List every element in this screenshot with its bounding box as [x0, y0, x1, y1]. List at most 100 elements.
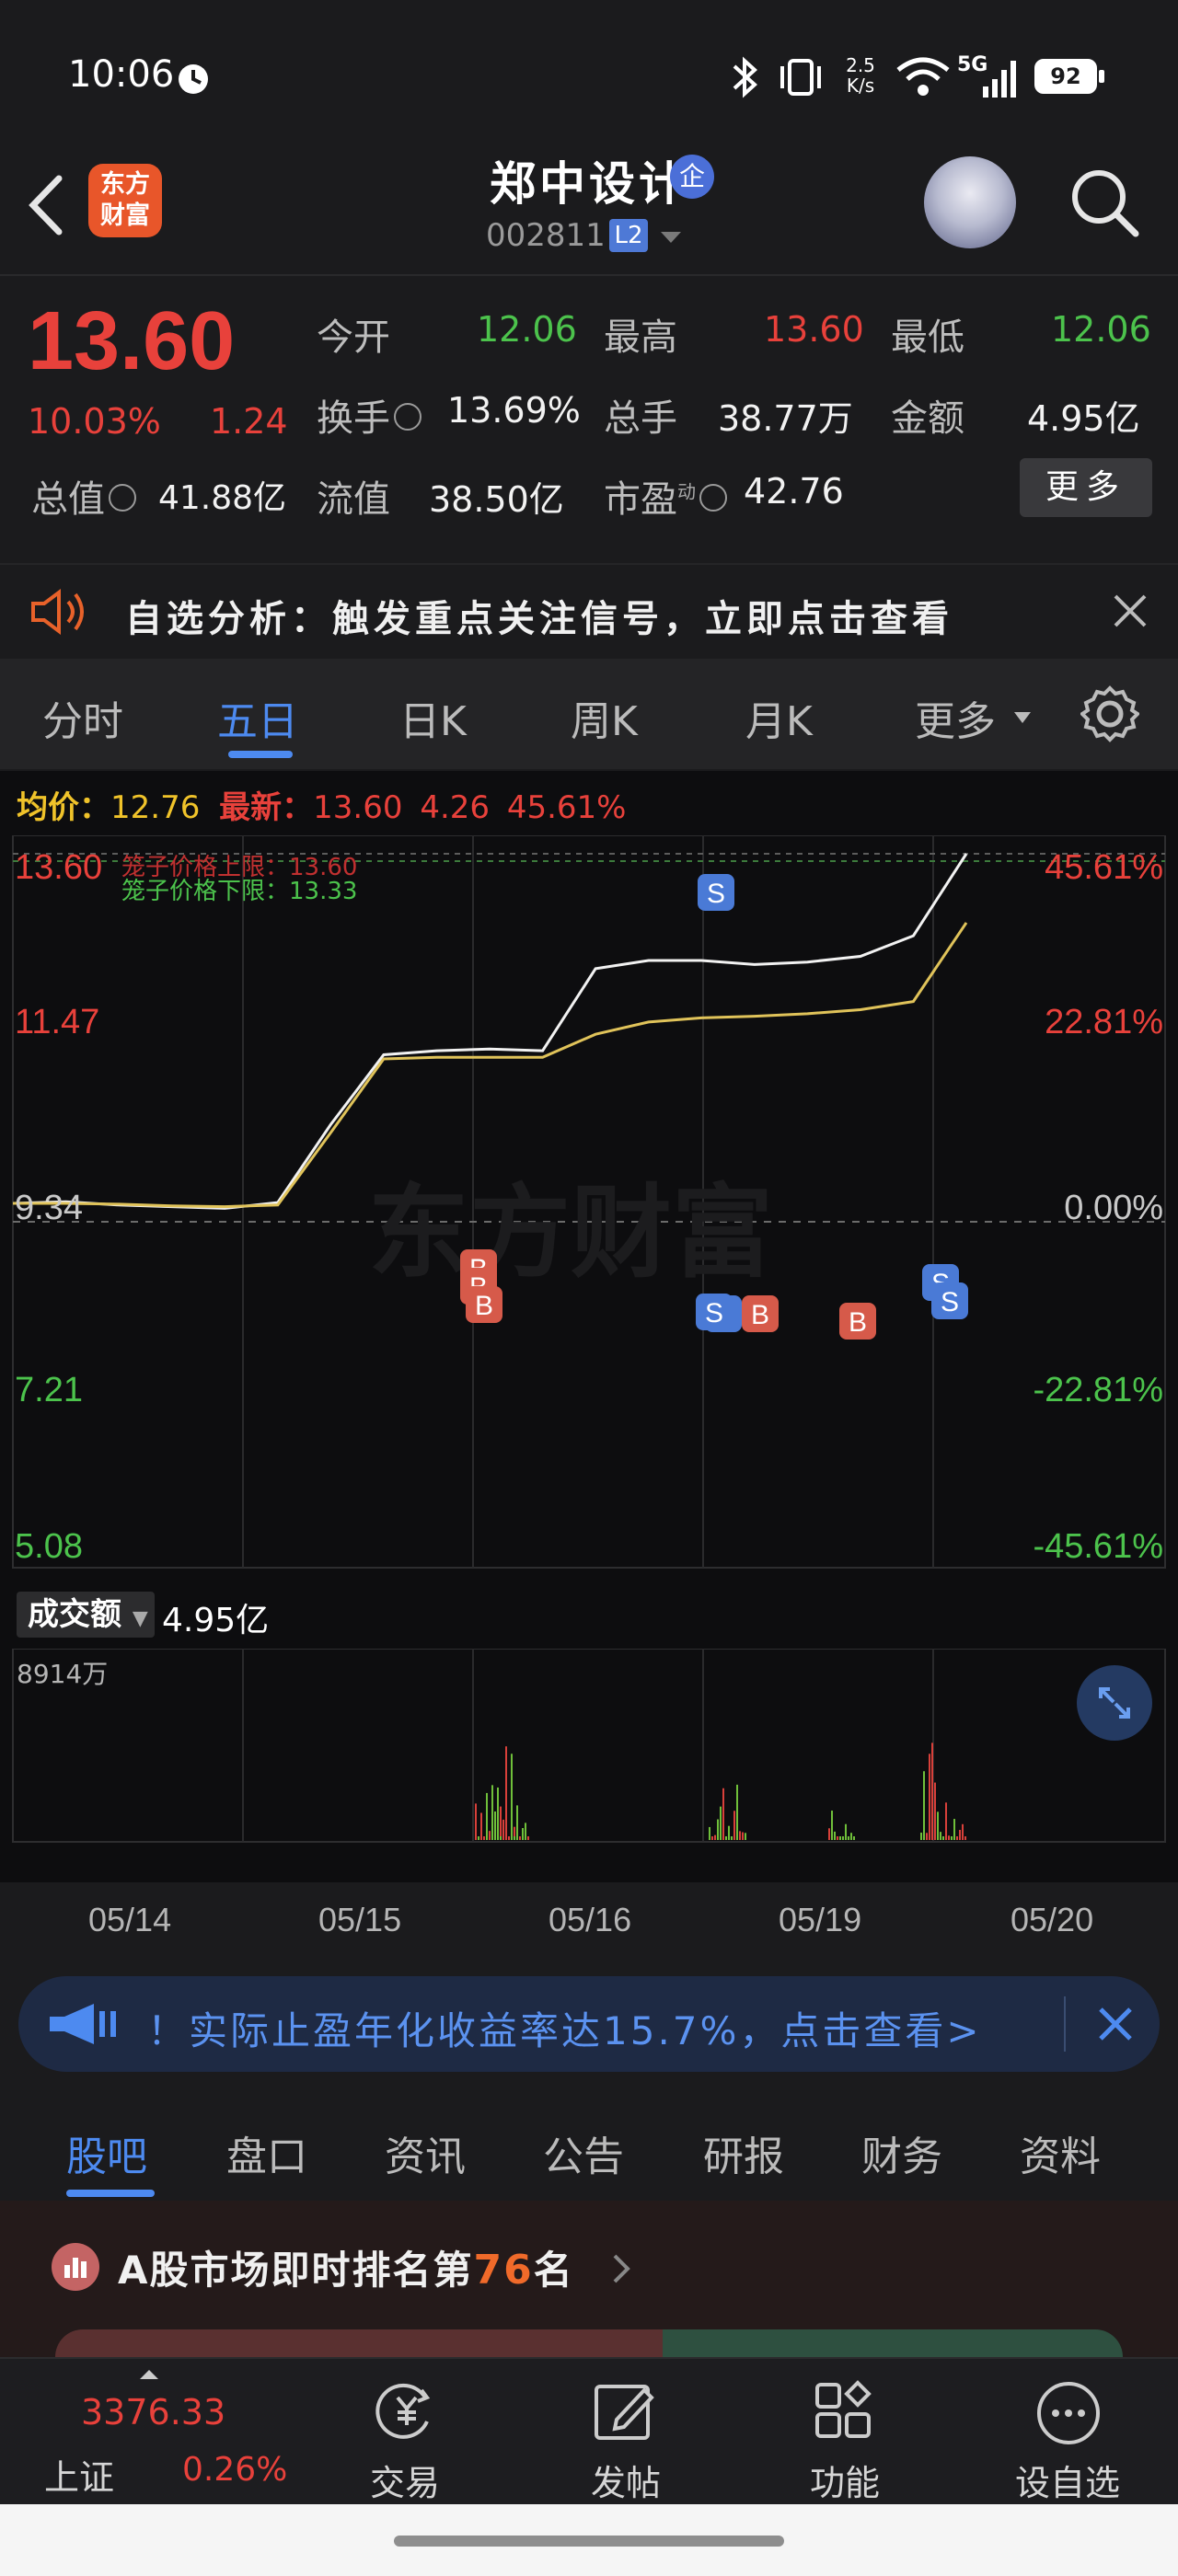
rank-text[interactable]: A股市场即时排名第76名	[118, 2239, 574, 2295]
y-tick-left: 7.21	[15, 1371, 83, 1409]
tab-finance[interactable]: 财务	[861, 2123, 942, 2182]
market-cap-label[interactable]: 总值	[31, 469, 136, 523]
tab-announcements[interactable]: 公告	[543, 2123, 624, 2182]
tab-intraday[interactable]: 分时	[42, 688, 123, 747]
stock-code[interactable]: 002811	[486, 217, 606, 254]
battery-icon: 92	[1034, 59, 1097, 94]
volume-bar	[945, 1802, 947, 1840]
y-tick-right: -22.81%	[1033, 1371, 1163, 1409]
volume-bar	[709, 1826, 710, 1840]
volume-bar	[511, 1754, 513, 1840]
chevron-right-icon[interactable]	[611, 2252, 633, 2285]
notice-bar[interactable]: 自选分析：触发重点关注信号，立即点击查看	[0, 563, 1178, 657]
volume-value: 38.77万	[718, 398, 853, 439]
bottom-navigation: 3376.33 上证 0.26% 交易 发帖 功能 设自选	[0, 2357, 1178, 2506]
expand-icon[interactable]	[1077, 1665, 1152, 1741]
tab-guba[interactable]: 股吧	[66, 2123, 147, 2182]
current-price: 13.60	[28, 295, 236, 387]
tab-weekly-k[interactable]: 周K	[571, 688, 638, 747]
tab-pankou[interactable]: 盘口	[226, 2123, 307, 2182]
signal-label: S	[705, 1298, 723, 1328]
info-tabs: 股吧 盘口 资讯 公告 研报 财务 资料	[0, 2088, 1178, 2199]
nav-functions[interactable]: 功能	[753, 2455, 937, 2505]
info-icon[interactable]	[109, 484, 136, 512]
five-day-chart[interactable]: 均价：12.76 最新：13.60 4.26 45.61% 东方财富 BBBSS…	[0, 771, 1178, 1944]
ad-divider	[1064, 1996, 1066, 2052]
nav-add-watchlist[interactable]: 设自选	[976, 2455, 1160, 2505]
float-cap-value: 38.50亿	[429, 479, 564, 520]
volume-bar	[516, 1805, 518, 1840]
ad-banner[interactable]: ！实际止盈年化收益率达15.7%，点击查看>	[18, 1976, 1160, 2072]
more-quote-button[interactable]: 更多	[1020, 458, 1152, 517]
tab-research[interactable]: 研报	[703, 2123, 784, 2182]
x-tick: 05/19	[779, 1901, 862, 1938]
pe-label[interactable]: 市盈动	[604, 469, 727, 523]
functions-grid-icon[interactable]	[812, 2379, 876, 2444]
tab-profile[interactable]: 资料	[1020, 2123, 1101, 2182]
rank-chart-icon	[52, 2243, 99, 2291]
volume-bar	[848, 1836, 849, 1840]
volume-bar	[480, 1812, 482, 1840]
open-value: 12.06	[477, 309, 577, 350]
signal-label: S	[707, 879, 725, 909]
latest-change: 4.26	[420, 789, 491, 826]
robot-assistant-avatar[interactable]	[924, 156, 1016, 248]
watermark: 东方财富	[368, 1174, 773, 1292]
volume-type-dropdown[interactable]: 成交额 ▼	[17, 1592, 155, 1638]
volume-bar	[486, 1792, 488, 1840]
search-icon[interactable]	[1068, 166, 1141, 239]
nav-trade[interactable]: 交易	[313, 2455, 497, 2505]
volume-bar	[720, 1806, 722, 1840]
volume-bar	[828, 1828, 830, 1840]
index-value[interactable]: 3376.33	[81, 2392, 225, 2432]
index-percent[interactable]: 0.26%	[182, 2451, 287, 2489]
battery-level: 92	[1050, 63, 1081, 89]
market-rank-card[interactable]: A股市场即时排名第76名	[0, 2201, 1178, 2366]
close-icon[interactable]	[1112, 592, 1149, 629]
volume-chart-svg[interactable]	[0, 1649, 1178, 1846]
info-icon[interactable]	[699, 484, 727, 512]
tab-five-day[interactable]: 五日	[217, 688, 298, 747]
alarm-icon	[179, 64, 208, 94]
latest-price-label: 最新：	[219, 789, 314, 826]
ad-text[interactable]: ！实际止盈年化收益率达15.7%，点击查看>	[147, 2000, 982, 2056]
volume-bar	[508, 1836, 510, 1840]
tab-monthly-k[interactable]: 月K	[745, 688, 813, 747]
info-icon[interactable]	[394, 403, 422, 431]
nav-post[interactable]: 发帖	[534, 2455, 718, 2505]
notice-text[interactable]: 自选分析：触发重点关注信号，立即点击查看	[125, 589, 953, 642]
post-edit-icon[interactable]	[589, 2379, 663, 2444]
caret-down-icon[interactable]	[1012, 710, 1033, 725]
volume-bar	[956, 1836, 958, 1840]
tab-news[interactable]: 资讯	[385, 2123, 466, 2182]
volume-bar	[934, 1782, 936, 1840]
close-icon[interactable]	[1097, 2006, 1134, 2042]
index-name[interactable]: 上证	[44, 2449, 114, 2500]
home-indicator[interactable]	[394, 2536, 784, 2547]
volume-bar	[959, 1830, 961, 1840]
tab-daily-k[interactable]: 日K	[399, 688, 467, 747]
volume-bar	[711, 1836, 713, 1840]
x-tick: 05/15	[318, 1901, 402, 1938]
low-label: 最低	[891, 316, 964, 359]
tab-more[interactable]: 更多	[915, 688, 996, 747]
y-tick-left: 13.60	[15, 848, 103, 887]
turnover-label[interactable]: 换手	[317, 388, 422, 442]
fullscreen-button[interactable]	[1077, 1665, 1152, 1741]
status-bar: 10:06 2.5 K/s 5G 92	[0, 0, 1178, 138]
caret-up-icon	[140, 2370, 158, 2379]
price-chart-svg[interactable]: 东方财富 BBBSSBBSSS	[0, 835, 1178, 1586]
change-amount: 1.24	[210, 401, 288, 442]
level2-badge[interactable]: L2	[609, 219, 648, 252]
chevron-down-icon[interactable]	[657, 228, 685, 247]
volume-bar	[842, 1836, 844, 1840]
add-watchlist-icon[interactable]	[1034, 2379, 1103, 2447]
y-tick-right: 22.81%	[1045, 1003, 1163, 1041]
signal-label: B	[475, 1291, 493, 1321]
volume-bar	[731, 1836, 733, 1840]
y-tick-right: -45.61%	[1033, 1527, 1163, 1566]
settings-gear-icon[interactable]	[1080, 684, 1139, 743]
volume-bar	[722, 1788, 724, 1840]
avg-price-label: 均价：	[17, 789, 110, 826]
trade-yen-icon[interactable]	[370, 2379, 444, 2444]
